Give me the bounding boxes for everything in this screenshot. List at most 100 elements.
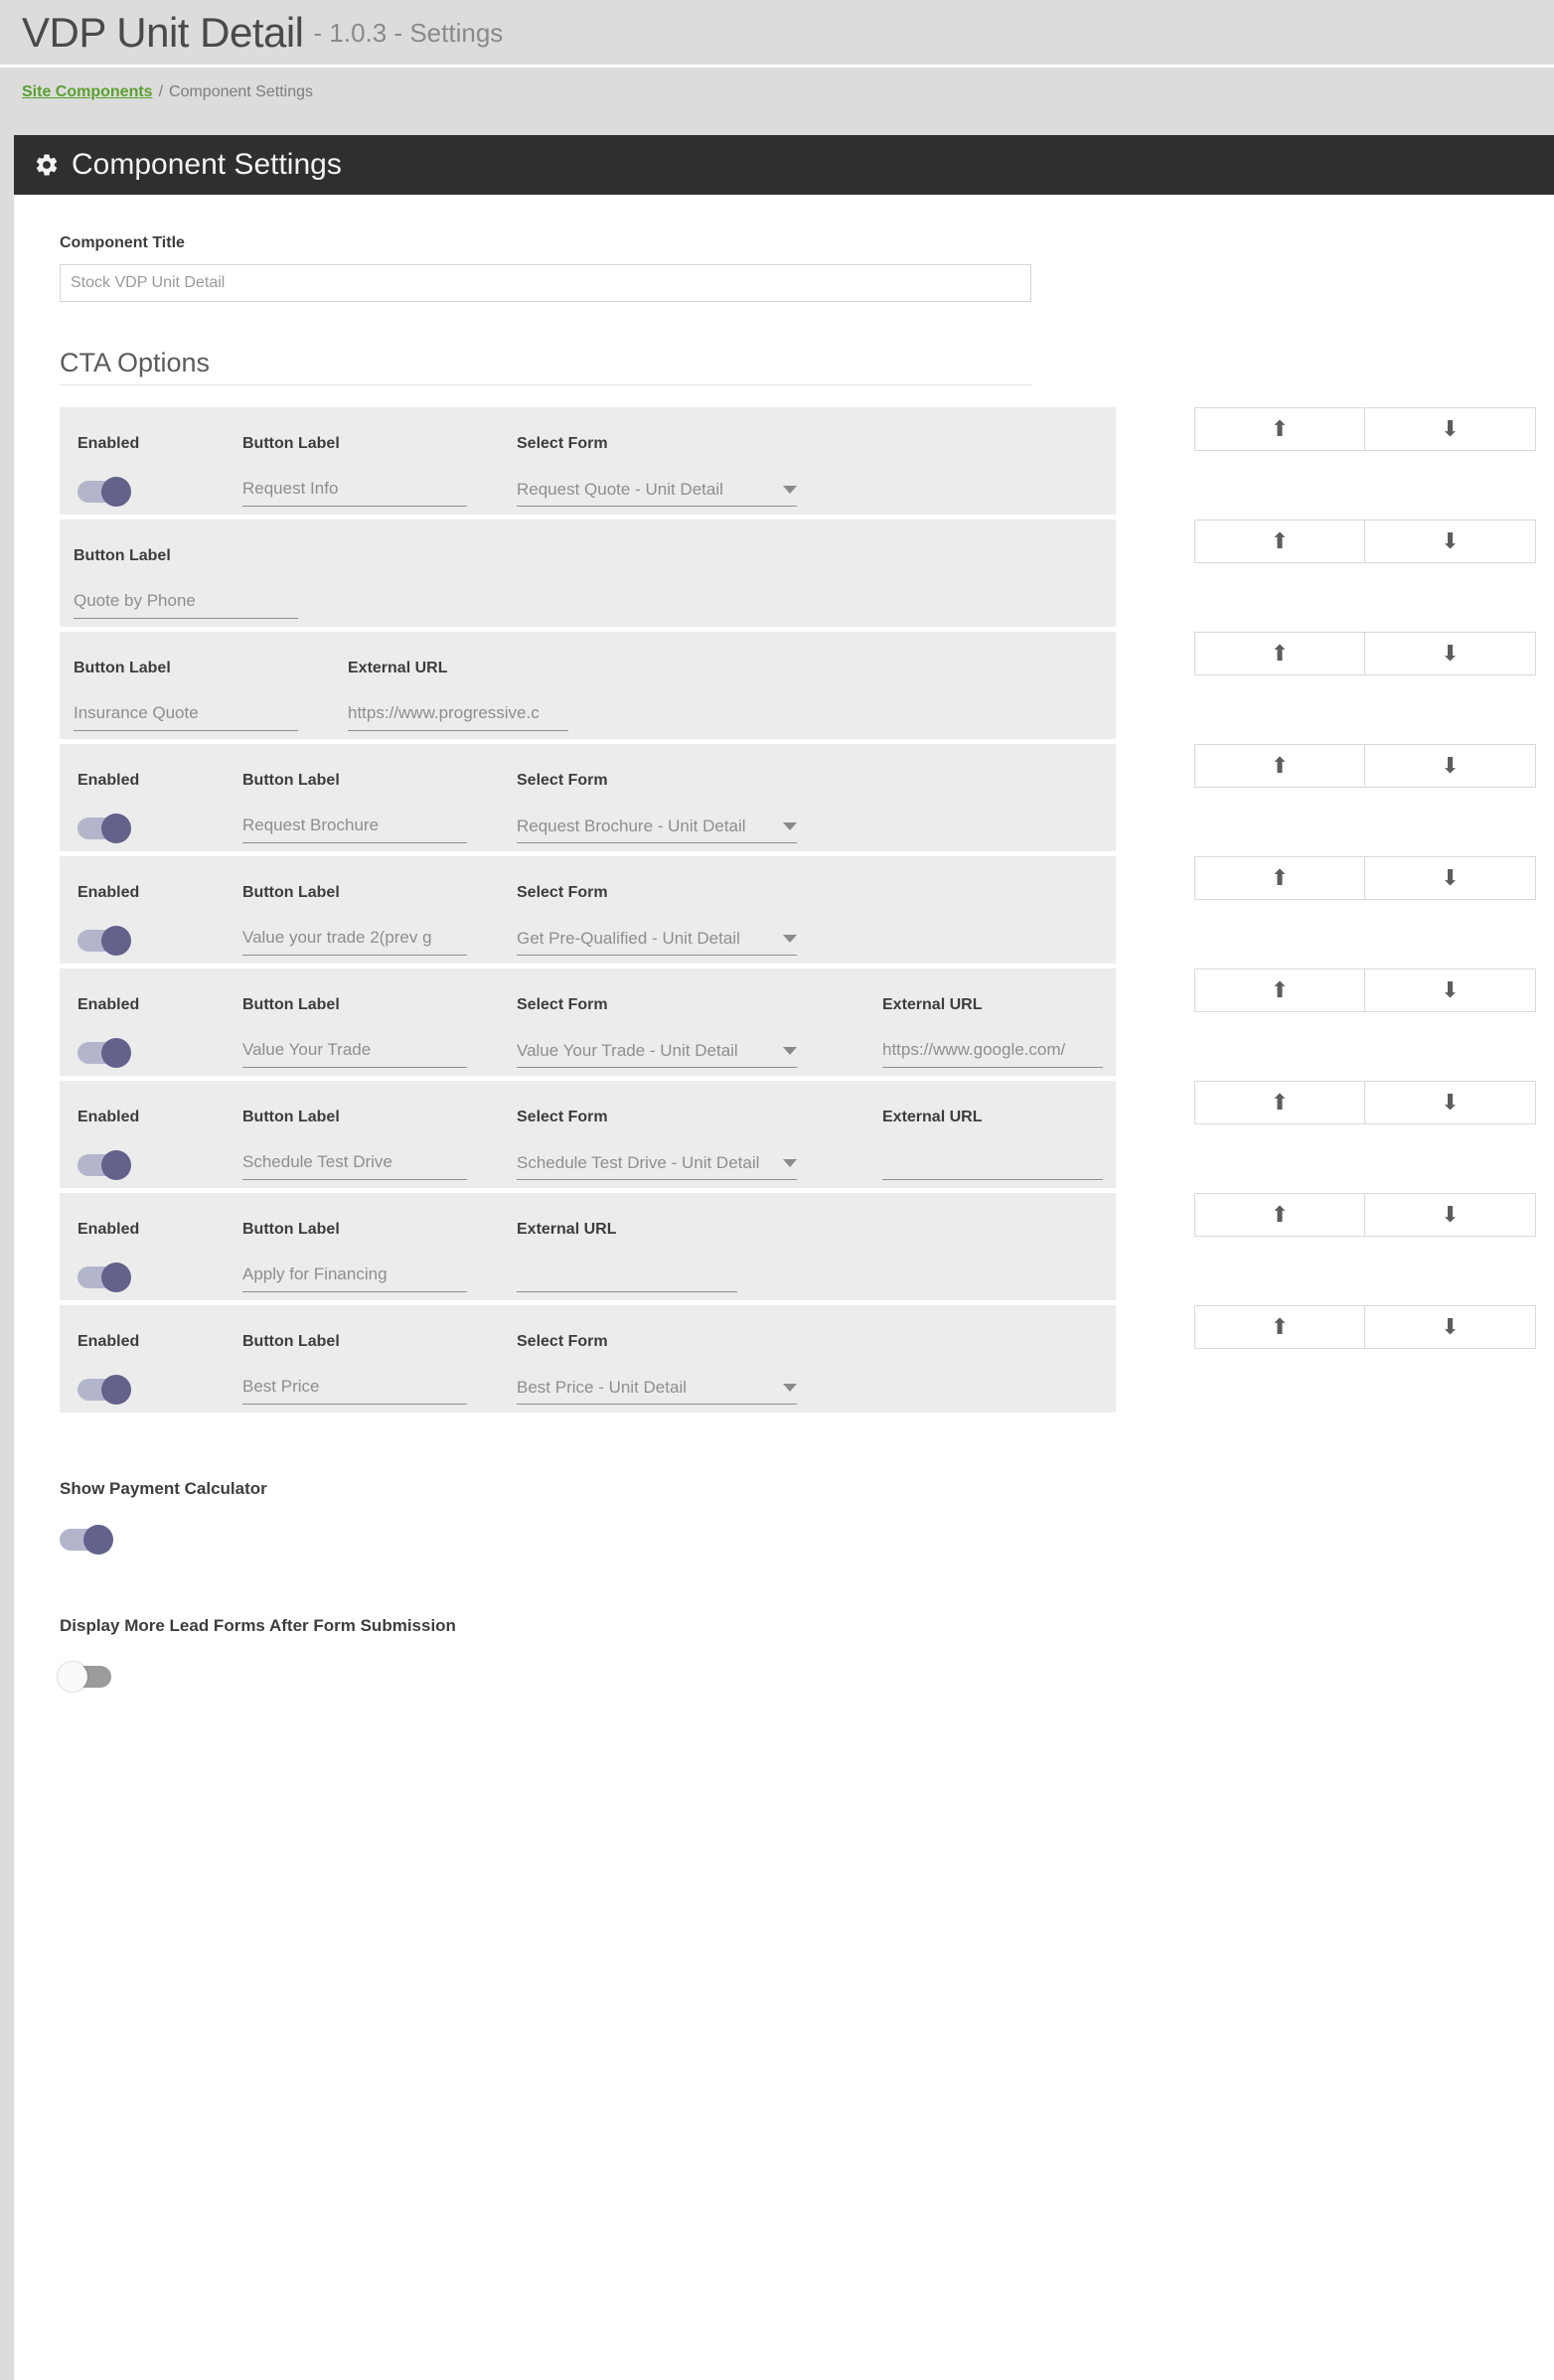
arrow-up-icon: ⬆ <box>1270 1090 1290 1115</box>
move-up-button[interactable]: ⬆ <box>1194 407 1365 451</box>
cta-button-label-column: Button Label Apply for Financing <box>242 1221 517 1292</box>
app-title: VDP Unit Detail <box>22 8 304 56</box>
cta-enabled-toggle[interactable] <box>78 1038 131 1068</box>
cta-select-form-value: Value Your Trade - Unit Detail <box>517 1041 738 1060</box>
cta-external-url-header: External URL <box>882 1109 983 1125</box>
move-down-button[interactable]: ⬇ <box>1365 1305 1536 1349</box>
toggle-knob <box>101 1038 131 1068</box>
toggle-knob <box>101 1375 131 1405</box>
cta-select-form-dropdown[interactable]: Request Quote - Unit Detail <box>517 479 797 507</box>
show-payment-calculator-toggle[interactable] <box>60 1525 113 1555</box>
cta-enabled-column: Enabled <box>60 772 242 843</box>
cta-button-label-column: Button Label Request Brochure <box>242 772 517 843</box>
cta-external-url-input[interactable]: https://www.progressive.c <box>348 703 568 731</box>
move-up-button[interactable]: ⬆ <box>1194 1305 1365 1349</box>
move-down-button[interactable]: ⬇ <box>1365 632 1536 675</box>
component-title-field: Component Title Stock VDP Unit Detail <box>14 195 1554 302</box>
cta-button-label-input[interactable]: Apply for Financing <box>242 1264 467 1292</box>
panel-header: Component Settings <box>14 135 1554 195</box>
arrow-up-icon: ⬆ <box>1270 865 1290 890</box>
cta-button-label-column: Button Label Value your trade 2(prev g <box>242 884 517 956</box>
arrow-down-icon: ⬇ <box>1441 641 1460 666</box>
move-up-button[interactable]: ⬆ <box>1194 744 1365 788</box>
chevron-down-icon <box>783 1159 797 1167</box>
move-up-button[interactable]: ⬆ <box>1194 1081 1365 1124</box>
cta-select-form-dropdown[interactable]: Best Price - Unit Detail <box>517 1377 797 1405</box>
display-more-lead-forms-label: Display More Lead Forms After Form Submi… <box>60 1616 456 1635</box>
cta-select-form-dropdown[interactable]: Get Pre-Qualified - Unit Detail <box>517 928 797 956</box>
breadcrumb-link-site-components[interactable]: Site Components <box>22 83 153 101</box>
cta-enabled-toggle[interactable] <box>78 1150 131 1180</box>
cta-external-url-input[interactable]: https://www.google.com/ <box>882 1040 1103 1068</box>
cta-rows-list: Enabled Button Label Request Info Select Fo… <box>14 407 1554 1413</box>
cta-external-url-input[interactable] <box>882 1152 1103 1180</box>
cta-button-label-header: Button Label <box>242 996 340 1013</box>
cta-button-label-input[interactable]: Value Your Trade <box>242 1040 467 1068</box>
cta-external-url-column: External URL https://www.progressive.c <box>348 660 568 731</box>
cta-select-form-dropdown[interactable]: Request Brochure - Unit Detail <box>517 816 797 843</box>
cta-select-form-dropdown[interactable]: Value Your Trade - Unit Detail <box>517 1040 797 1068</box>
move-up-button[interactable]: ⬆ <box>1194 1193 1365 1237</box>
arrow-up-icon: ⬆ <box>1270 1202 1290 1227</box>
arrow-up-icon: ⬆ <box>1270 1314 1290 1339</box>
move-down-button[interactable]: ⬇ <box>1365 407 1536 451</box>
panel-title: Component Settings <box>72 148 342 181</box>
cta-enabled-column: Enabled <box>60 1333 242 1405</box>
cta-enabled-toggle[interactable] <box>78 1375 131 1405</box>
toggle-knob <box>101 477 131 507</box>
toggle-knob <box>101 814 131 843</box>
move-down-button[interactable]: ⬇ <box>1365 968 1536 1012</box>
arrow-up-icon: ⬆ <box>1270 416 1290 441</box>
move-up-button[interactable]: ⬆ <box>1194 632 1365 675</box>
cta-enabled-toggle[interactable] <box>78 477 131 507</box>
move-down-button[interactable]: ⬇ <box>1365 520 1536 563</box>
cta-select-form-column: Select Form Best Price - Unit Detail <box>517 1333 882 1405</box>
cta-order-buttons: ⬆ ⬇ <box>1194 520 1536 563</box>
cta-button-label-column: Button Label Value Your Trade <box>242 996 517 1068</box>
cta-enabled-toggle[interactable] <box>78 814 131 843</box>
cta-button-label-input[interactable]: Best Price <box>242 1377 467 1405</box>
cta-enabled-header: Enabled <box>78 884 140 901</box>
move-up-button[interactable]: ⬆ <box>1194 856 1365 900</box>
move-down-button[interactable]: ⬇ <box>1365 856 1536 900</box>
cta-button-label-header: Button Label <box>74 660 171 676</box>
cta-button-label-column: Button Label Quote by Phone <box>74 547 348 619</box>
cta-select-form-header: Select Form <box>517 996 608 1013</box>
move-up-button[interactable]: ⬆ <box>1194 520 1365 563</box>
cta-button-label-header: Button Label <box>74 547 171 564</box>
cta-enabled-toggle[interactable] <box>78 926 131 956</box>
arrow-down-icon: ⬇ <box>1441 753 1460 778</box>
cta-select-form-column: Select Form Schedule Test Drive - Unit De… <box>517 1109 882 1180</box>
arrow-down-icon: ⬇ <box>1441 1090 1460 1115</box>
move-up-button[interactable]: ⬆ <box>1194 968 1365 1012</box>
toggle-knob <box>101 1263 131 1292</box>
chevron-down-icon <box>783 1384 797 1392</box>
move-down-button[interactable]: ⬇ <box>1365 1193 1536 1237</box>
cta-order-buttons: ⬆ ⬇ <box>1194 1305 1536 1349</box>
cta-enabled-toggle[interactable] <box>78 1263 131 1292</box>
display-more-lead-forms-setting: Display More Lead Forms After Form Submi… <box>14 1551 1554 1692</box>
toggle-knob <box>58 1662 87 1692</box>
cta-row-card: Enabled Button Label Best Price Select Form… <box>60 1305 1116 1413</box>
component-title-input[interactable]: Stock VDP Unit Detail <box>60 264 1031 302</box>
arrow-down-icon: ⬇ <box>1441 416 1460 441</box>
cta-row-card: Enabled Button Label Request Info Select Fo… <box>60 407 1116 515</box>
cta-external-url-input[interactable] <box>517 1264 737 1292</box>
cta-external-url-header: External URL <box>882 996 983 1013</box>
cta-row: Enabled Button Label Apply for Financing Ex… <box>14 1193 1554 1300</box>
cta-button-label-input[interactable]: Schedule Test Drive <box>242 1152 467 1180</box>
gear-icon <box>34 152 60 178</box>
cta-enabled-column: Enabled <box>60 884 242 956</box>
cta-button-label-input[interactable]: Value your trade 2(prev g <box>242 928 467 956</box>
move-down-button[interactable]: ⬇ <box>1365 1081 1536 1124</box>
cta-button-label-input[interactable]: Insurance Quote <box>74 703 298 731</box>
breadcrumb-current: Component Settings <box>169 83 313 100</box>
cta-button-label-input[interactable]: Request Info <box>242 479 467 507</box>
cta-button-label-input[interactable]: Request Brochure <box>242 816 467 843</box>
cta-select-form-dropdown[interactable]: Schedule Test Drive - Unit Detail <box>517 1152 797 1180</box>
cta-button-label-input[interactable]: Quote by Phone <box>74 591 298 619</box>
cta-order-buttons: ⬆ ⬇ <box>1194 1193 1536 1237</box>
move-down-button[interactable]: ⬇ <box>1365 744 1536 788</box>
chevron-down-icon <box>783 486 797 494</box>
display-more-lead-forms-toggle[interactable] <box>58 1662 111 1692</box>
